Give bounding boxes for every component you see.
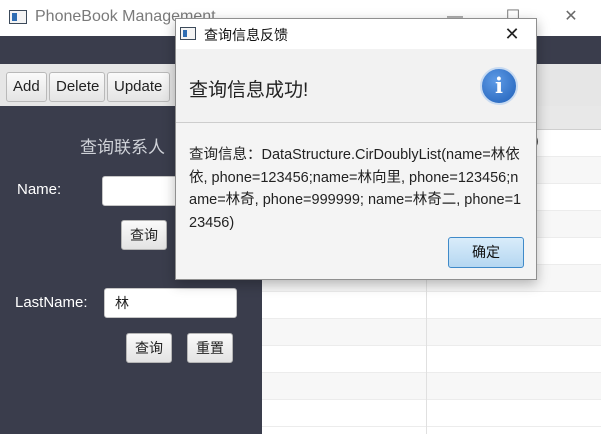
dialog-header-text: 查询信息成功! (189, 80, 309, 101)
add-button[interactable]: Add (6, 72, 47, 102)
dialog-app-icon (180, 27, 196, 40)
dialog-header: 查询信息成功! i (176, 49, 536, 123)
table-row[interactable] (262, 400, 601, 427)
name-query-button[interactable]: 查询 (121, 220, 167, 250)
app-window-icon (9, 10, 27, 24)
dialog-title: 查询信息反馈 (204, 27, 288, 43)
name-label: Name: (17, 181, 62, 198)
reset-button[interactable]: 重置 (187, 333, 233, 363)
lastname-query-button[interactable]: 查询 (126, 333, 172, 363)
dialog-title-bar: 查询信息反馈 ✕ (176, 19, 536, 49)
table-row[interactable] (262, 373, 601, 400)
info-icon: i (480, 67, 518, 105)
ok-button[interactable]: 确定 (448, 237, 524, 268)
lastname-input[interactable]: 林 (104, 288, 237, 318)
query-result-dialog: 查询信息反馈 ✕ 查询信息成功! i 查询信息：DataStructure.Ci… (175, 18, 537, 280)
lastname-label: LastName: (15, 294, 88, 311)
table-row[interactable] (262, 346, 601, 373)
search-panel-heading: 查询联系人 (80, 138, 165, 157)
name-input[interactable] (102, 176, 182, 206)
dialog-message: 查询信息：DataStructure.CirDoublyList(name=林依… (189, 147, 522, 231)
close-window-button[interactable]: ✕ (558, 4, 584, 30)
table-row[interactable] (262, 319, 601, 346)
delete-button[interactable]: Delete (49, 72, 105, 102)
update-button[interactable]: Update (107, 72, 170, 102)
dialog-close-button[interactable]: ✕ (500, 21, 524, 47)
table-row[interactable] (262, 292, 601, 319)
